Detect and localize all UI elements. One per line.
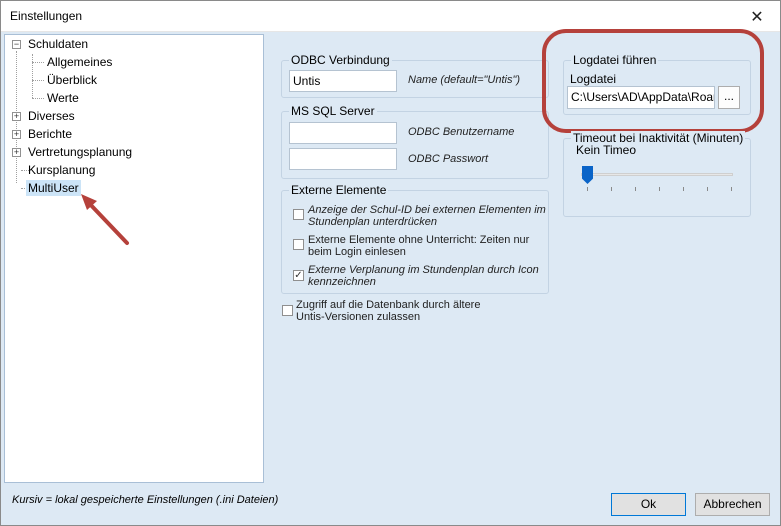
window-title: Einstellungen [10,9,83,23]
tree-item-allgemeines[interactable]: Allgemeines [47,54,112,70]
timeout-value-label: Kein Timeo [576,143,637,157]
odbc-password-input[interactable] [289,148,397,170]
external-planning-icon-label: Externe Verplanung im Stundenplan durch … [308,264,539,288]
ok-button[interactable]: Ok [611,493,686,516]
hide-school-id-label: Anzeige der Schul-ID bei externen Elemen… [308,204,546,228]
tree-item-ueberblick[interactable]: Überblick [47,72,97,88]
externe-elemente-group-title: Externe Elemente [289,183,389,197]
title-bar: Einstellungen ✕ [1,1,780,32]
odbc-password-hint: ODBC Passwort [408,153,489,165]
collapse-schuldaten-icon[interactable]: − [12,40,21,49]
tree-item-kursplanung[interactable]: Kursplanung [28,162,95,178]
tree-item-berichte[interactable]: Berichte [28,126,72,142]
legacy-access-checkbox[interactable] [282,305,293,316]
tree-item-werte[interactable]: Werte [47,90,79,106]
footer-note: Kursiv = lokal gespeicherte Einstellunge… [12,494,279,506]
browse-button[interactable]: ... [718,86,740,109]
login-times-checkbox[interactable] [293,239,304,250]
cancel-button[interactable]: Abbrechen [695,493,770,516]
login-times-label: Externe Elemente ohne Unterricht: Zeiten… [308,234,530,258]
expand-berichte-icon[interactable]: + [12,130,21,139]
tree-item-multiuser[interactable]: MultiUser [26,180,81,196]
logdatei-path-input[interactable]: C:\Users\AD\AppData\Roam [567,86,715,109]
logdatei-label: Logdatei [570,72,617,86]
expand-vertretungsplanung-icon[interactable]: + [12,148,21,157]
close-icon: ✕ [750,8,764,26]
odbc-name-hint: Name (default="Untis") [408,74,521,86]
odbc-username-hint: ODBC Benutzername [408,126,515,138]
tree-item-vertretungsplanung[interactable]: Vertretungsplanung [28,144,132,160]
tree-item-schuldaten[interactable]: Schuldaten [28,36,88,52]
hide-school-id-checkbox[interactable] [293,209,304,220]
odbc-group-title: ODBC Verbindung [289,53,392,67]
mssql-group-title: MS SQL Server [289,104,377,118]
expand-diverses-icon[interactable]: + [12,112,21,121]
odbc-name-input[interactable]: Untis [289,70,397,92]
legacy-access-label: Zugriff auf die Datenbank durch ältere U… [296,299,481,323]
annotation-arrow-icon [81,194,129,245]
timeout-slider-track[interactable] [581,173,733,176]
logdatei-group-title: Logdatei führen [571,53,659,67]
close-button[interactable]: ✕ [734,1,780,32]
settings-dialog: Einstellungen ✕ − Schuldaten Allgemeines… [0,0,781,526]
settings-tree: − Schuldaten Allgemeines Überblick Werte… [4,34,264,483]
tree-item-diverses[interactable]: Diverses [28,108,75,124]
external-planning-icon-checkbox[interactable]: ✓ [293,270,304,281]
odbc-username-input[interactable] [289,122,397,144]
